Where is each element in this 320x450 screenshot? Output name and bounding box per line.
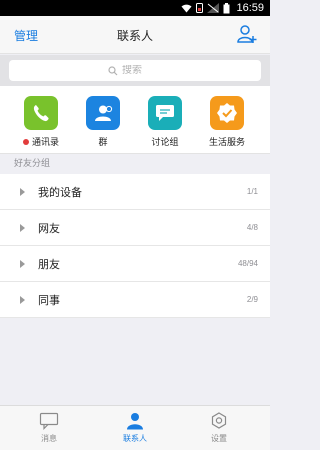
search-area: [0, 55, 270, 86]
app-life-services[interactable]: 生活服务: [197, 96, 257, 148]
group-count: 1/1: [246, 187, 258, 196]
tab-label: 设置: [211, 434, 227, 443]
app-label: 生活服务: [208, 138, 245, 148]
group-name: 我的设备: [38, 185, 82, 199]
status-bar: 16:59: [0, 0, 270, 16]
tab-bar: 消息 联系人 设置: [0, 405, 270, 450]
app-label: 讨论组: [151, 138, 179, 148]
settings-icon: [211, 412, 227, 429]
group-row-netfriends[interactable]: 网友 4/8: [0, 210, 270, 246]
app-label: 群: [98, 138, 108, 148]
group-row-colleagues[interactable]: 同事 2/9: [0, 282, 270, 318]
search-input[interactable]: [122, 65, 162, 76]
chat-bubble-icon: [148, 96, 182, 130]
group-count: 2/9: [246, 295, 258, 304]
group-list: 我的设备 1/1 网友 4/8 朋友 48/94 同事 2/9: [0, 174, 270, 318]
app-discussions[interactable]: 讨论组: [135, 96, 195, 148]
caret-right-icon: [20, 188, 25, 196]
group-count: 4/8: [246, 223, 258, 232]
sim-icon: [196, 3, 204, 13]
group-row-friends[interactable]: 朋友 48/94: [0, 246, 270, 282]
group-icon: [86, 96, 120, 130]
page-title: 联系人: [116, 29, 153, 43]
section-header: 好友分组: [0, 155, 270, 174]
app-groups[interactable]: 群: [73, 96, 133, 148]
group-name: 朋友: [38, 257, 60, 271]
caret-right-icon: [20, 296, 25, 304]
message-icon: [39, 412, 59, 430]
add-person-icon: [237, 25, 257, 43]
notification-dot: [22, 138, 29, 145]
tab-settings[interactable]: 设置: [189, 412, 249, 444]
wifi-icon: [181, 4, 192, 13]
phone-icon: [24, 96, 58, 130]
caret-right-icon: [20, 224, 25, 232]
group-row-devices[interactable]: 我的设备 1/1: [0, 174, 270, 210]
status-time: 16:59: [236, 2, 264, 14]
shortcut-grid: 通讯录 群 讨论组 生活服务: [0, 86, 270, 154]
tab-messages[interactable]: 消息: [19, 412, 79, 444]
badge-check-icon: [210, 96, 244, 130]
app-label: 通讯录: [31, 138, 59, 148]
tab-contacts[interactable]: 联系人: [105, 412, 165, 444]
signal-icon: [207, 3, 220, 13]
nav-bar: 管理 联系人: [0, 16, 270, 54]
battery-icon: [223, 2, 230, 14]
add-contact-button[interactable]: [236, 23, 258, 45]
search-icon: [108, 65, 118, 75]
group-name: 同事: [38, 293, 60, 307]
tab-label: 联系人: [123, 434, 147, 443]
contact-icon: [127, 413, 143, 430]
manage-button[interactable]: 管理: [14, 27, 38, 44]
group-name: 网友: [38, 221, 60, 235]
app-contacts[interactable]: 通讯录: [11, 96, 71, 148]
caret-right-icon: [20, 260, 25, 268]
group-count: 48/94: [237, 259, 258, 268]
search-box[interactable]: [9, 60, 261, 81]
tab-label: 消息: [41, 434, 57, 443]
